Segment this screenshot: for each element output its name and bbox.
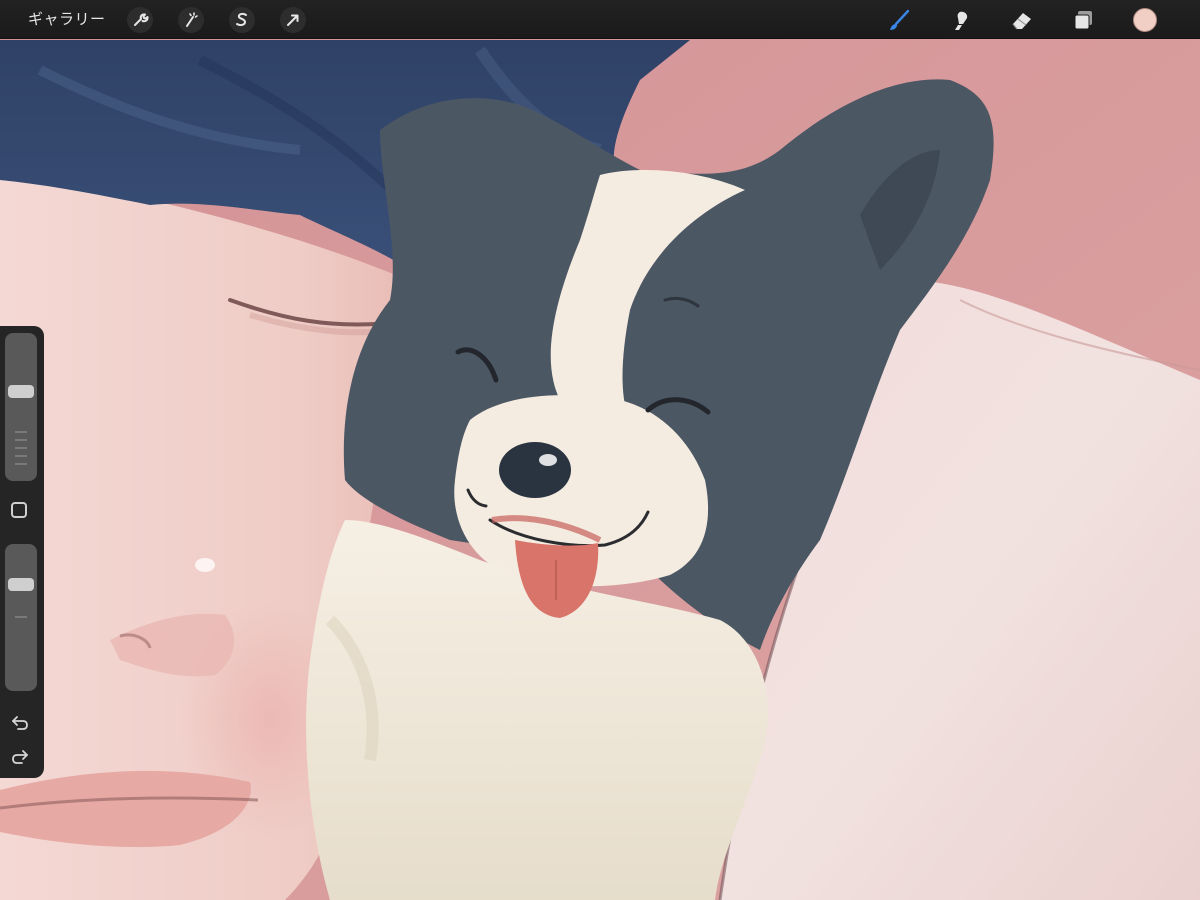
slider-tick [15, 431, 27, 433]
brush-size-thumb[interactable] [8, 385, 34, 399]
drawing-canvas[interactable] [0, 0, 1200, 900]
slider-tick [15, 463, 27, 465]
dog-nose [499, 442, 571, 498]
brush-icon [890, 9, 910, 30]
layers-icon [1074, 11, 1092, 30]
brush-size-slider[interactable] [5, 333, 37, 481]
actions-button[interactable] [127, 7, 153, 33]
selection-icon [236, 12, 247, 27]
smudge-tool-button[interactable] [946, 6, 974, 34]
artwork [0, 0, 1200, 900]
color-picker-button[interactable] [1133, 8, 1157, 32]
eraser-tool-button[interactable] [1008, 6, 1036, 34]
transform-icon [287, 14, 299, 26]
smudge-icon [955, 11, 968, 30]
layers-button[interactable] [1070, 6, 1098, 34]
slider-tick [15, 616, 27, 618]
opacity-slider[interactable] [5, 544, 37, 691]
redo-button[interactable] [9, 747, 31, 769]
adjustments-button[interactable] [178, 7, 204, 33]
selection-button[interactable] [229, 7, 255, 33]
procreate-app: ギャラリー [0, 0, 1200, 900]
opacity-thumb[interactable] [8, 578, 34, 592]
left-sidebar [0, 326, 44, 778]
eraser-icon [1012, 13, 1031, 30]
slider-tick [15, 447, 27, 449]
undo-icon [12, 716, 28, 730]
transform-button[interactable] [280, 7, 306, 33]
slider-tick [15, 455, 27, 457]
top-toolbar: ギャラリー [0, 0, 1200, 39]
slider-tick [15, 439, 27, 441]
undo-button[interactable] [9, 711, 31, 733]
brush-tool-button[interactable] [886, 6, 914, 34]
actions-icon [134, 13, 149, 26]
adjustments-icon [186, 12, 198, 27]
modify-button[interactable] [11, 502, 27, 518]
redo-icon [12, 750, 28, 764]
gallery-button[interactable]: ギャラリー [28, 9, 106, 31]
